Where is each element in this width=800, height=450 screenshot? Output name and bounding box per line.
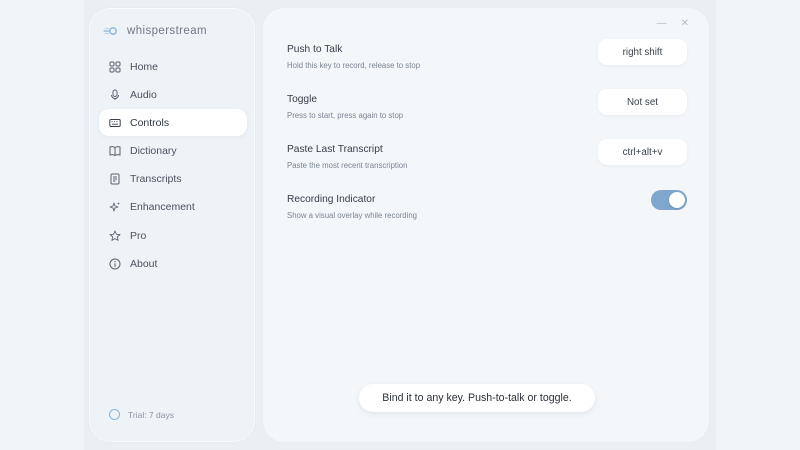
microphone-icon xyxy=(109,89,121,101)
keyboard-icon xyxy=(109,117,121,129)
sidebar-item-label: Transcripts xyxy=(130,173,182,186)
brand-name: whisperstream xyxy=(127,25,207,37)
sparkle-icon xyxy=(109,201,121,213)
sidebar-item-label: Pro xyxy=(130,229,147,242)
sidebar-nav: Home Audio Controls Dictionary Transcrip… xyxy=(99,53,247,279)
sidebar-item-audio[interactable]: Audio xyxy=(99,81,247,108)
setting-paste-last-transcript: Paste Last Transcript Paste the most rec… xyxy=(287,139,687,170)
trial-status: Trial: 7 days xyxy=(109,409,174,420)
sidebar-item-transcripts[interactable]: Transcripts xyxy=(99,166,247,193)
recording-indicator-toggle[interactable] xyxy=(651,190,687,210)
minimize-button[interactable]: — xyxy=(657,18,667,30)
document-icon xyxy=(109,173,121,185)
setting-title: Recording Indicator xyxy=(287,194,376,205)
sidebar-item-label: Dictionary xyxy=(130,145,177,158)
setting-description: Show a visual overlay while recording xyxy=(287,211,418,220)
toggle-key-button[interactable]: Not set xyxy=(598,89,687,115)
grid-icon xyxy=(109,61,121,73)
trial-progress-icon xyxy=(109,409,120,420)
sidebar-item-label: Controls xyxy=(130,116,170,129)
setting-push-to-talk: Push to Talk Hold this key to record, re… xyxy=(287,39,687,70)
sidebar-item-controls[interactable]: Controls xyxy=(99,109,247,137)
setting-toggle: Toggle Press to start, press again to st… xyxy=(287,89,687,120)
sidebar-item-home[interactable]: Home xyxy=(99,53,247,80)
toggle-knob xyxy=(669,192,685,208)
setting-recording-indicator: Recording Indicator Show a visual overla… xyxy=(287,190,687,220)
hint-tooltip: Bind it to any key. Push-to-talk or togg… xyxy=(359,384,595,412)
brand: whisperstream xyxy=(103,24,207,38)
sidebar-item-label: About xyxy=(130,257,158,270)
window-controls: — ✕ xyxy=(657,18,689,30)
paste-last-key-button[interactable]: ctrl+alt+v xyxy=(598,139,687,165)
sidebar-item-pro[interactable]: Pro xyxy=(99,222,247,249)
brand-logo-icon xyxy=(103,24,121,38)
sidebar-item-about[interactable]: About xyxy=(99,250,247,277)
sidebar: whisperstream Home Audio Controls Dictio… xyxy=(88,7,256,443)
sidebar-item-label: Audio xyxy=(130,88,157,101)
info-icon xyxy=(109,258,121,270)
close-button[interactable]: ✕ xyxy=(681,18,689,30)
sidebar-item-label: Enhancement xyxy=(130,201,195,214)
book-icon xyxy=(109,145,121,157)
sidebar-item-label: Home xyxy=(130,60,159,73)
controls-panel: — ✕ Push to Talk Hold this key to record… xyxy=(262,7,710,443)
sidebar-item-dictionary[interactable]: Dictionary xyxy=(99,138,247,165)
star-icon xyxy=(109,230,121,242)
trial-label: Trial: 7 days xyxy=(128,409,174,420)
push-to-talk-key-button[interactable]: right shift xyxy=(598,39,687,65)
sidebar-item-enhancement[interactable]: Enhancement xyxy=(99,194,247,221)
